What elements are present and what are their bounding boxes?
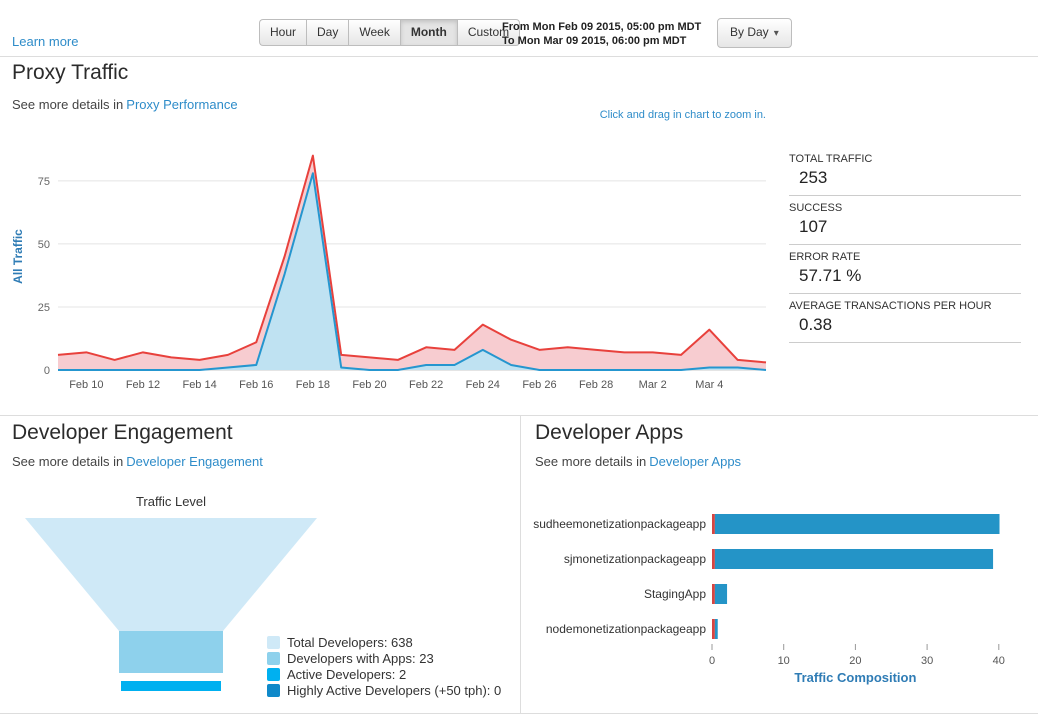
group-by-label: By Day xyxy=(730,25,769,39)
stat-label: TOTAL TRAFFIC xyxy=(789,153,873,165)
stat-label: AVERAGE TRANSACTIONS PER HOUR xyxy=(789,300,992,312)
svg-text:75: 75 xyxy=(38,176,50,188)
svg-text:nodemonetizationpackageapp: nodemonetizationpackageapp xyxy=(546,622,706,636)
developer-apps-title: Developer Apps xyxy=(535,421,684,444)
svg-text:50: 50 xyxy=(38,239,50,251)
svg-text:Feb 14: Feb 14 xyxy=(182,379,216,391)
developer-engagement-link[interactable]: Developer Engagement xyxy=(126,454,263,469)
stat-avg-tph: AVERAGE TRANSACTIONS PER HOUR 0.38 xyxy=(789,300,1021,343)
date-range: From Mon Feb 09 2015, 05:00 pm MDT To Mo… xyxy=(502,20,701,48)
proxy-performance-link[interactable]: Proxy Performance xyxy=(126,97,237,112)
svg-text:20: 20 xyxy=(849,655,861,667)
learn-more-link[interactable]: Learn more xyxy=(12,34,78,49)
engagement-legend: Total Developers: 638 Developers with Ap… xyxy=(267,634,501,698)
proxy-traffic-title: Proxy Traffic xyxy=(12,61,129,84)
developer-engagement-title: Developer Engagement xyxy=(12,421,233,444)
developer-apps-subtitle: See more details in Developer Apps xyxy=(535,454,741,469)
legend-text: Active Developers: 2 xyxy=(287,666,407,682)
legend-text: Highly Active Developers (+50 tph): 0 xyxy=(287,682,502,698)
zoom-hint-label: Click and drag in chart to zoom in. xyxy=(599,109,766,121)
range-button-hour[interactable]: Hour xyxy=(259,19,307,46)
legend-text: Total Developers: 638 xyxy=(287,634,413,650)
svg-text:40: 40 xyxy=(993,655,1005,667)
developer-engagement-subtitle: See more details in Developer Engagement xyxy=(12,454,263,469)
svg-text:Mar 4: Mar 4 xyxy=(695,379,723,391)
traffic-stats-panel: TOTAL TRAFFIC 253 SUCCESS 107 ERROR RATE… xyxy=(789,153,1021,349)
stat-error-rate: ERROR RATE 57.71 % xyxy=(789,251,1021,294)
svg-text:10: 10 xyxy=(778,655,790,667)
developer-engagement-panel: Developer Engagement See more details in… xyxy=(0,416,521,713)
svg-text:25: 25 xyxy=(38,302,50,314)
group-by-dropdown-button[interactable]: By Day ▾ xyxy=(717,18,792,48)
legend-item-developers-with-apps: Developers with Apps: 23 xyxy=(267,650,501,666)
svg-text:Feb 18: Feb 18 xyxy=(296,379,330,391)
svg-text:All Traffic: All Traffic xyxy=(11,229,25,284)
legend-swatch-icon xyxy=(267,635,280,649)
proxy-traffic-chart[interactable]: 0 25 50 75 Feb 10 Feb 12 Feb 14 Feb 16 Feb 18 Feb… xyxy=(6,135,786,403)
developer-apps-panel: Developer Apps See more details in Develo… xyxy=(521,416,1038,713)
legend-item-highly-active-developers: Highly Active Developers (+50 tph): 0 xyxy=(267,682,501,698)
funnel-segment-developers-with-apps xyxy=(119,631,223,673)
date-range-to: To Mon Mar 09 2015, 06:00 pm MDT xyxy=(502,35,687,47)
legend-item-active-developers: Active Developers: 2 xyxy=(267,666,501,682)
stat-value: 57.71 % xyxy=(799,266,862,285)
topbar: Learn more Hour Day Week Month Custom Fr… xyxy=(0,0,1038,57)
proxy-traffic-section: Proxy Traffic See more details in Proxy P… xyxy=(0,57,1038,416)
svg-text:Feb 26: Feb 26 xyxy=(522,379,556,391)
date-range-from: From Mon Feb 09 2015, 05:00 pm MDT xyxy=(502,21,702,33)
developer-apps-link[interactable]: Developer Apps xyxy=(649,454,741,469)
svg-text:Feb 10: Feb 10 xyxy=(69,379,103,391)
analytics-dashboard: Learn more Hour Day Week Month Custom Fr… xyxy=(0,0,1038,717)
range-button-month[interactable]: Month xyxy=(399,19,457,46)
subtitle-prefix: See more details in xyxy=(12,454,124,469)
developer-apps-chart: sudheemonetizationpackageapp sjmonetizati… xyxy=(533,514,1005,685)
stat-value: 253 xyxy=(799,168,828,187)
svg-text:0: 0 xyxy=(709,655,715,667)
stat-value: 107 xyxy=(799,217,828,236)
svg-text:Feb 28: Feb 28 xyxy=(579,379,613,391)
range-button-week[interactable]: Week xyxy=(348,19,400,46)
bottom-divider xyxy=(0,713,1038,714)
svg-text:Feb 24: Feb 24 xyxy=(466,379,500,391)
svg-text:30: 30 xyxy=(921,655,933,667)
svg-text:sudheemonetizationpackageapp: sudheemonetizationpackageapp xyxy=(533,517,706,531)
svg-text:0: 0 xyxy=(44,365,50,377)
stat-value: 0.38 xyxy=(799,315,833,334)
legend-item-total-developers: Total Developers: 638 xyxy=(267,634,501,650)
svg-text:sjmonetizationpackageapp: sjmonetizationpackageapp xyxy=(564,552,706,566)
range-button-day[interactable]: Day xyxy=(306,19,349,46)
svg-text:Feb 16: Feb 16 xyxy=(239,379,273,391)
subtitle-prefix: See more details in xyxy=(12,97,124,112)
legend-swatch-icon xyxy=(267,651,280,665)
svg-text:Feb 20: Feb 20 xyxy=(352,379,386,391)
svg-text:Mar 2: Mar 2 xyxy=(639,379,667,391)
legend-swatch-icon xyxy=(267,667,280,681)
funnel-title: Traffic Level xyxy=(135,494,207,509)
svg-text:StagingApp: StagingApp xyxy=(644,587,706,601)
stat-success: SUCCESS 107 xyxy=(789,202,1021,245)
funnel-segment-active-developers xyxy=(121,681,221,691)
legend-swatch-icon xyxy=(267,683,280,697)
stat-label: SUCCESS xyxy=(789,202,843,214)
svg-text:Traffic Composition: Traffic Composition xyxy=(794,670,916,685)
svg-text:Feb 12: Feb 12 xyxy=(126,379,160,391)
stat-total-traffic: TOTAL TRAFFIC 253 xyxy=(789,153,1021,196)
time-range-button-group: Hour Day Week Month Custom xyxy=(259,19,521,46)
stat-label: ERROR RATE xyxy=(789,251,861,263)
subtitle-prefix: See more details in xyxy=(535,454,647,469)
svg-text:Feb 22: Feb 22 xyxy=(409,379,443,391)
proxy-traffic-subtitle: See more details in Proxy Performance xyxy=(12,97,238,112)
legend-text: Developers with Apps: 23 xyxy=(287,650,434,666)
funnel-segment-total-developers xyxy=(25,518,317,631)
caret-down-icon: ▾ xyxy=(773,28,779,39)
